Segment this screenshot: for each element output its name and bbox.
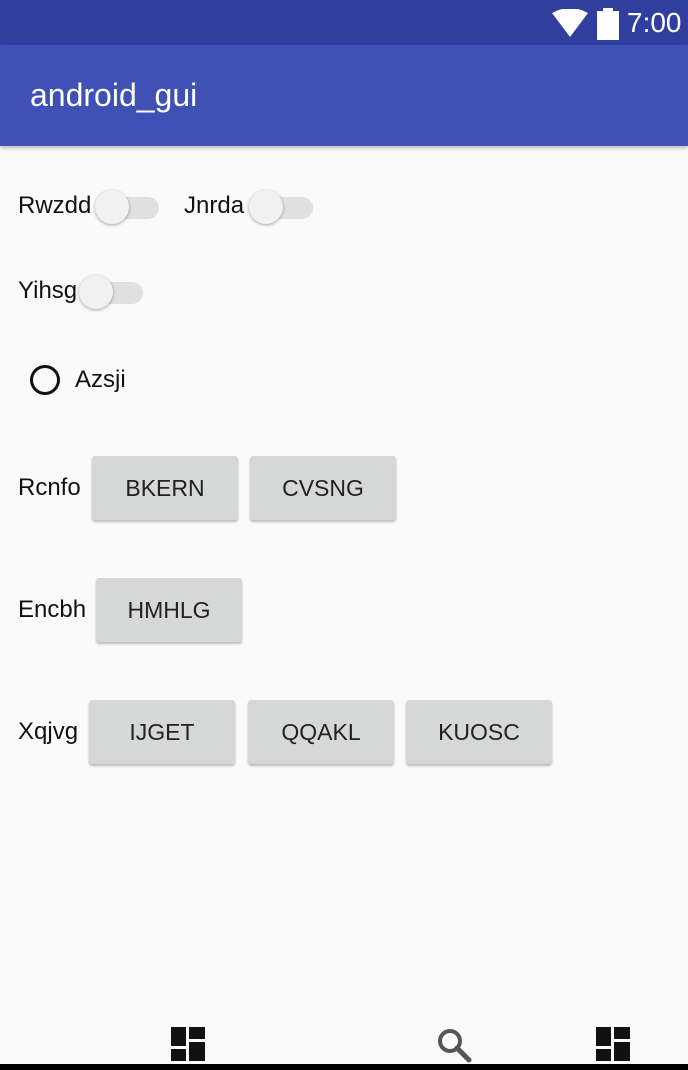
switch-jnrda[interactable]: [249, 187, 315, 227]
group-label-xqjvg: Xqjvg: [18, 718, 79, 745]
switch-label-jnrda: Jnrda: [184, 192, 245, 219]
bkern-button[interactable]: BKERN: [92, 456, 238, 520]
group-label-encbh: Encbh: [18, 596, 87, 623]
ijget-button[interactable]: IJGET: [89, 700, 235, 764]
switch-label-yihsg: Yihsg: [18, 277, 78, 304]
switch-thumb: [95, 190, 129, 224]
app-title: android_gui: [30, 77, 198, 113]
app-bar: android_gui: [0, 45, 688, 146]
hmhlg-button[interactable]: HMHLG: [96, 578, 242, 642]
status-bar: 7:00: [0, 0, 688, 45]
group-label-rcnfo: Rcnfo: [18, 474, 81, 501]
system-nav-edge: [0, 1064, 688, 1070]
radio-button-azsji[interactable]: [30, 365, 60, 395]
radio-label-azsji: Azsji: [75, 366, 126, 393]
wifi-icon: [552, 9, 588, 37]
switch-thumb: [249, 190, 283, 224]
status-time: 7:00: [627, 7, 682, 38]
switch-thumb: [79, 275, 113, 309]
bottom-nav: [0, 1010, 688, 1070]
qqakl-button[interactable]: QQAKL: [248, 700, 394, 764]
dashboard-icon[interactable]: [596, 1027, 630, 1061]
switch-yihsg[interactable]: [79, 272, 145, 312]
dashboard-icon[interactable]: [171, 1027, 205, 1061]
search-icon[interactable]: [436, 1027, 472, 1063]
cvsng-button[interactable]: CVSNG: [250, 456, 396, 520]
battery-icon: [597, 8, 619, 40]
switch-rwzdd[interactable]: [95, 187, 161, 227]
kuosc-button[interactable]: KUOSC: [406, 700, 552, 764]
switch-label-rwzdd: Rwzdd: [18, 192, 92, 219]
